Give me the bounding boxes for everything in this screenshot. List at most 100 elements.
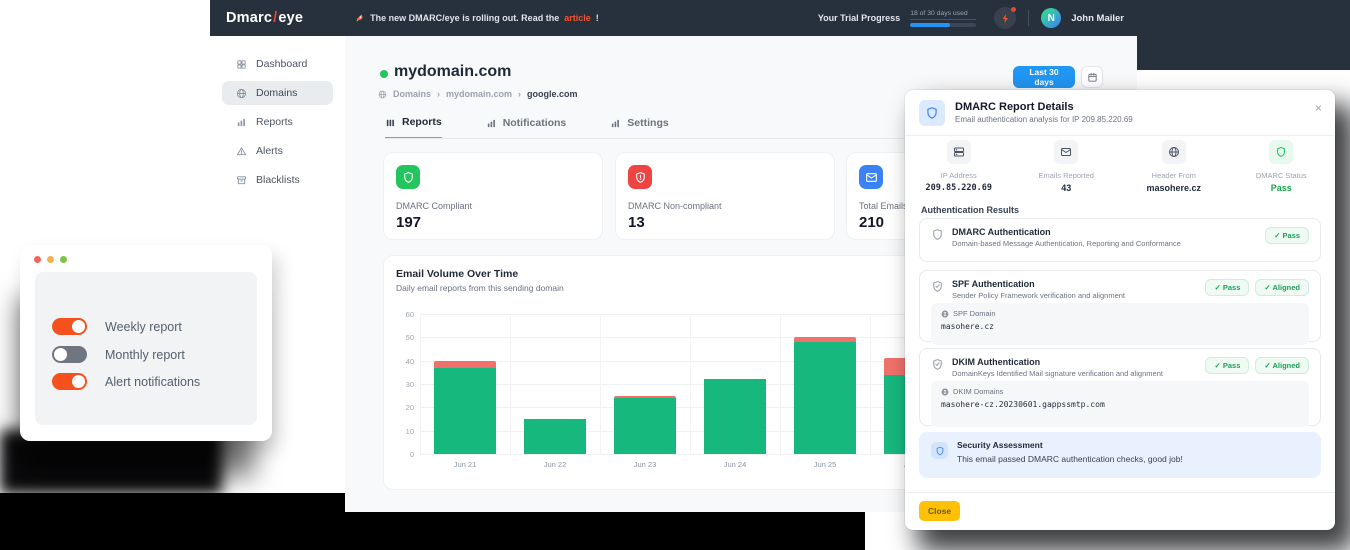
user-name[interactable]: John Mailer: [1071, 13, 1124, 24]
bar-chart-icon: [385, 117, 396, 128]
toggle-label: Alert notifications: [105, 375, 200, 389]
bar-chart-icon: [236, 117, 247, 128]
globe-icon: [1162, 140, 1186, 164]
toggle-switch[interactable]: [52, 373, 87, 390]
gridline: [870, 314, 871, 454]
modal-stat-label: Emails Reported: [1039, 171, 1094, 180]
y-axis-label: 30: [390, 380, 414, 389]
shield-icon: [919, 100, 945, 126]
y-axis-label: 10: [390, 427, 414, 436]
modal-footer-divider: [905, 492, 1335, 493]
aligned-badge: ✓ Aligned: [1255, 357, 1309, 374]
shield-check-icon: [931, 280, 944, 293]
auth-row-title: DKIM Authentication: [952, 357, 1163, 367]
date-range-button[interactable]: Last 30 days: [1013, 66, 1075, 88]
announcement-article-link[interactable]: article: [564, 13, 591, 23]
lightning-icon: [1000, 13, 1011, 24]
window-close-dot[interactable]: [34, 256, 41, 263]
assessment-text: This email passed DMARC authentication c…: [957, 454, 1183, 464]
auth-results-heading: Authentication Results: [921, 205, 1019, 215]
rocket-icon: [355, 13, 365, 23]
sidebar-item-label: Reports: [256, 116, 293, 128]
notifications-button[interactable]: [994, 7, 1016, 29]
toggle-row-monthly: Monthly report: [52, 346, 185, 363]
modal-stat-label: DMARC Status: [1256, 171, 1307, 180]
globe-icon: [941, 310, 949, 318]
stat-card-noncompliant: DMARC Non-compliant 13: [615, 152, 835, 240]
y-axis-label: 40: [390, 357, 414, 366]
x-axis-label: Jun 23: [615, 460, 675, 469]
pass-badge: ✓ Pass: [1205, 279, 1249, 296]
auth-row-title: SPF Authentication: [952, 279, 1125, 289]
modal-header: DMARC Report Details Email authenticatio…: [905, 90, 1335, 136]
auth-row-title: DMARC Authentication: [952, 227, 1181, 237]
server-icon: [947, 140, 971, 164]
globe-icon: [236, 88, 247, 99]
calendar-button[interactable]: [1081, 66, 1103, 88]
modal-stat-value: 43: [1061, 183, 1071, 193]
modal-stat-label: IP Address: [941, 171, 977, 180]
globe-icon: [941, 388, 949, 396]
spf-domain-box: SPF Domain masohere.cz: [931, 303, 1309, 345]
tab-settings[interactable]: Settings: [610, 116, 668, 139]
tab-bar: Reports Notifications Settings: [385, 116, 669, 139]
announcement-suffix: !: [596, 13, 599, 23]
logo-text-pre: Dmarc: [226, 10, 272, 26]
gridline: [600, 314, 601, 454]
tab-notifications[interactable]: Notifications: [486, 116, 567, 139]
logo-text-post: eye: [278, 10, 303, 26]
stat-card-compliant: DMARC Compliant 197: [383, 152, 603, 240]
toggle-switch[interactable]: [52, 318, 87, 335]
window-maximize-dot[interactable]: [60, 256, 67, 263]
y-axis-label: 60: [390, 310, 414, 319]
dmarc-report-modal: DMARC Report Details Email authenticatio…: [905, 90, 1335, 530]
pass-badge: ✓ Pass: [1265, 227, 1309, 244]
sidebar-item-reports[interactable]: Reports: [222, 110, 333, 134]
modal-stat-ip: IP Address 209.85.220.69: [905, 140, 1013, 206]
bar-compliant: [524, 419, 586, 454]
bar-noncompliant: [614, 396, 676, 398]
x-axis-label: Jun 22: [525, 460, 585, 469]
breadcrumb-item[interactable]: mydomain.com: [446, 89, 512, 99]
stat-card-value: 197: [396, 214, 590, 231]
modal-subtitle: Email authentication analysis for IP 209…: [955, 115, 1133, 124]
sidebar-item-domains[interactable]: Domains: [222, 81, 333, 105]
notification-settings-widget: Weekly report Monthly report Alert notif…: [20, 245, 272, 441]
navbar-divider: [1028, 10, 1029, 26]
sidebar-item-label: Dashboard: [256, 58, 307, 70]
gridline: [420, 314, 421, 454]
breadcrumb-item[interactable]: Domains: [393, 89, 431, 99]
app-logo[interactable]: Dmarc/eye: [226, 10, 303, 26]
toggle-row-weekly: Weekly report: [52, 318, 182, 335]
sidebar-item-dashboard[interactable]: Dashboard: [222, 52, 333, 76]
trial-progress: 18 of 30 days used: [910, 10, 976, 27]
bar-compliant: [434, 368, 496, 454]
bar-compliant: [614, 398, 676, 454]
window-minimize-dot[interactable]: [47, 256, 54, 263]
toggle-switch[interactable]: [52, 346, 87, 363]
grid-icon: [236, 59, 247, 70]
sidebar-item-label: Domains: [256, 87, 297, 99]
bar-compliant: [704, 379, 766, 454]
close-icon[interactable]: ×: [1315, 102, 1322, 114]
gridline: [780, 314, 781, 454]
y-axis-label: 0: [390, 450, 414, 459]
aligned-badge: ✓ Aligned: [1255, 279, 1309, 296]
trial-progress-caption: 18 of 30 days used: [910, 10, 976, 20]
sidebar-item-blacklists[interactable]: Blacklists: [222, 168, 333, 192]
toggle-label: Weekly report: [105, 320, 182, 334]
auth-row-dkim: DKIM Authentication DomainKeys Identifie…: [919, 348, 1321, 426]
sidebar-item-alerts[interactable]: Alerts: [222, 139, 333, 163]
close-button[interactable]: Close: [919, 501, 960, 521]
navbar-right-cluster: Your Trial Progress 18 of 30 days used N…: [818, 0, 1124, 36]
bar-compliant: [794, 342, 856, 454]
bar-chart-icon: [610, 118, 621, 129]
tab-reports[interactable]: Reports: [385, 116, 442, 139]
trial-progress-bar: [910, 23, 976, 27]
avatar[interactable]: N: [1041, 8, 1061, 28]
globe-icon: [378, 90, 387, 99]
shield-check-icon: [931, 358, 944, 371]
breadcrumb: Domains › mydomain.com › google.com: [378, 89, 578, 99]
auth-row-spf: SPF Authentication Sender Policy Framewo…: [919, 270, 1321, 342]
dkim-domains-box: DKIM Domains masohere-cz.20230601.gappss…: [931, 381, 1309, 427]
